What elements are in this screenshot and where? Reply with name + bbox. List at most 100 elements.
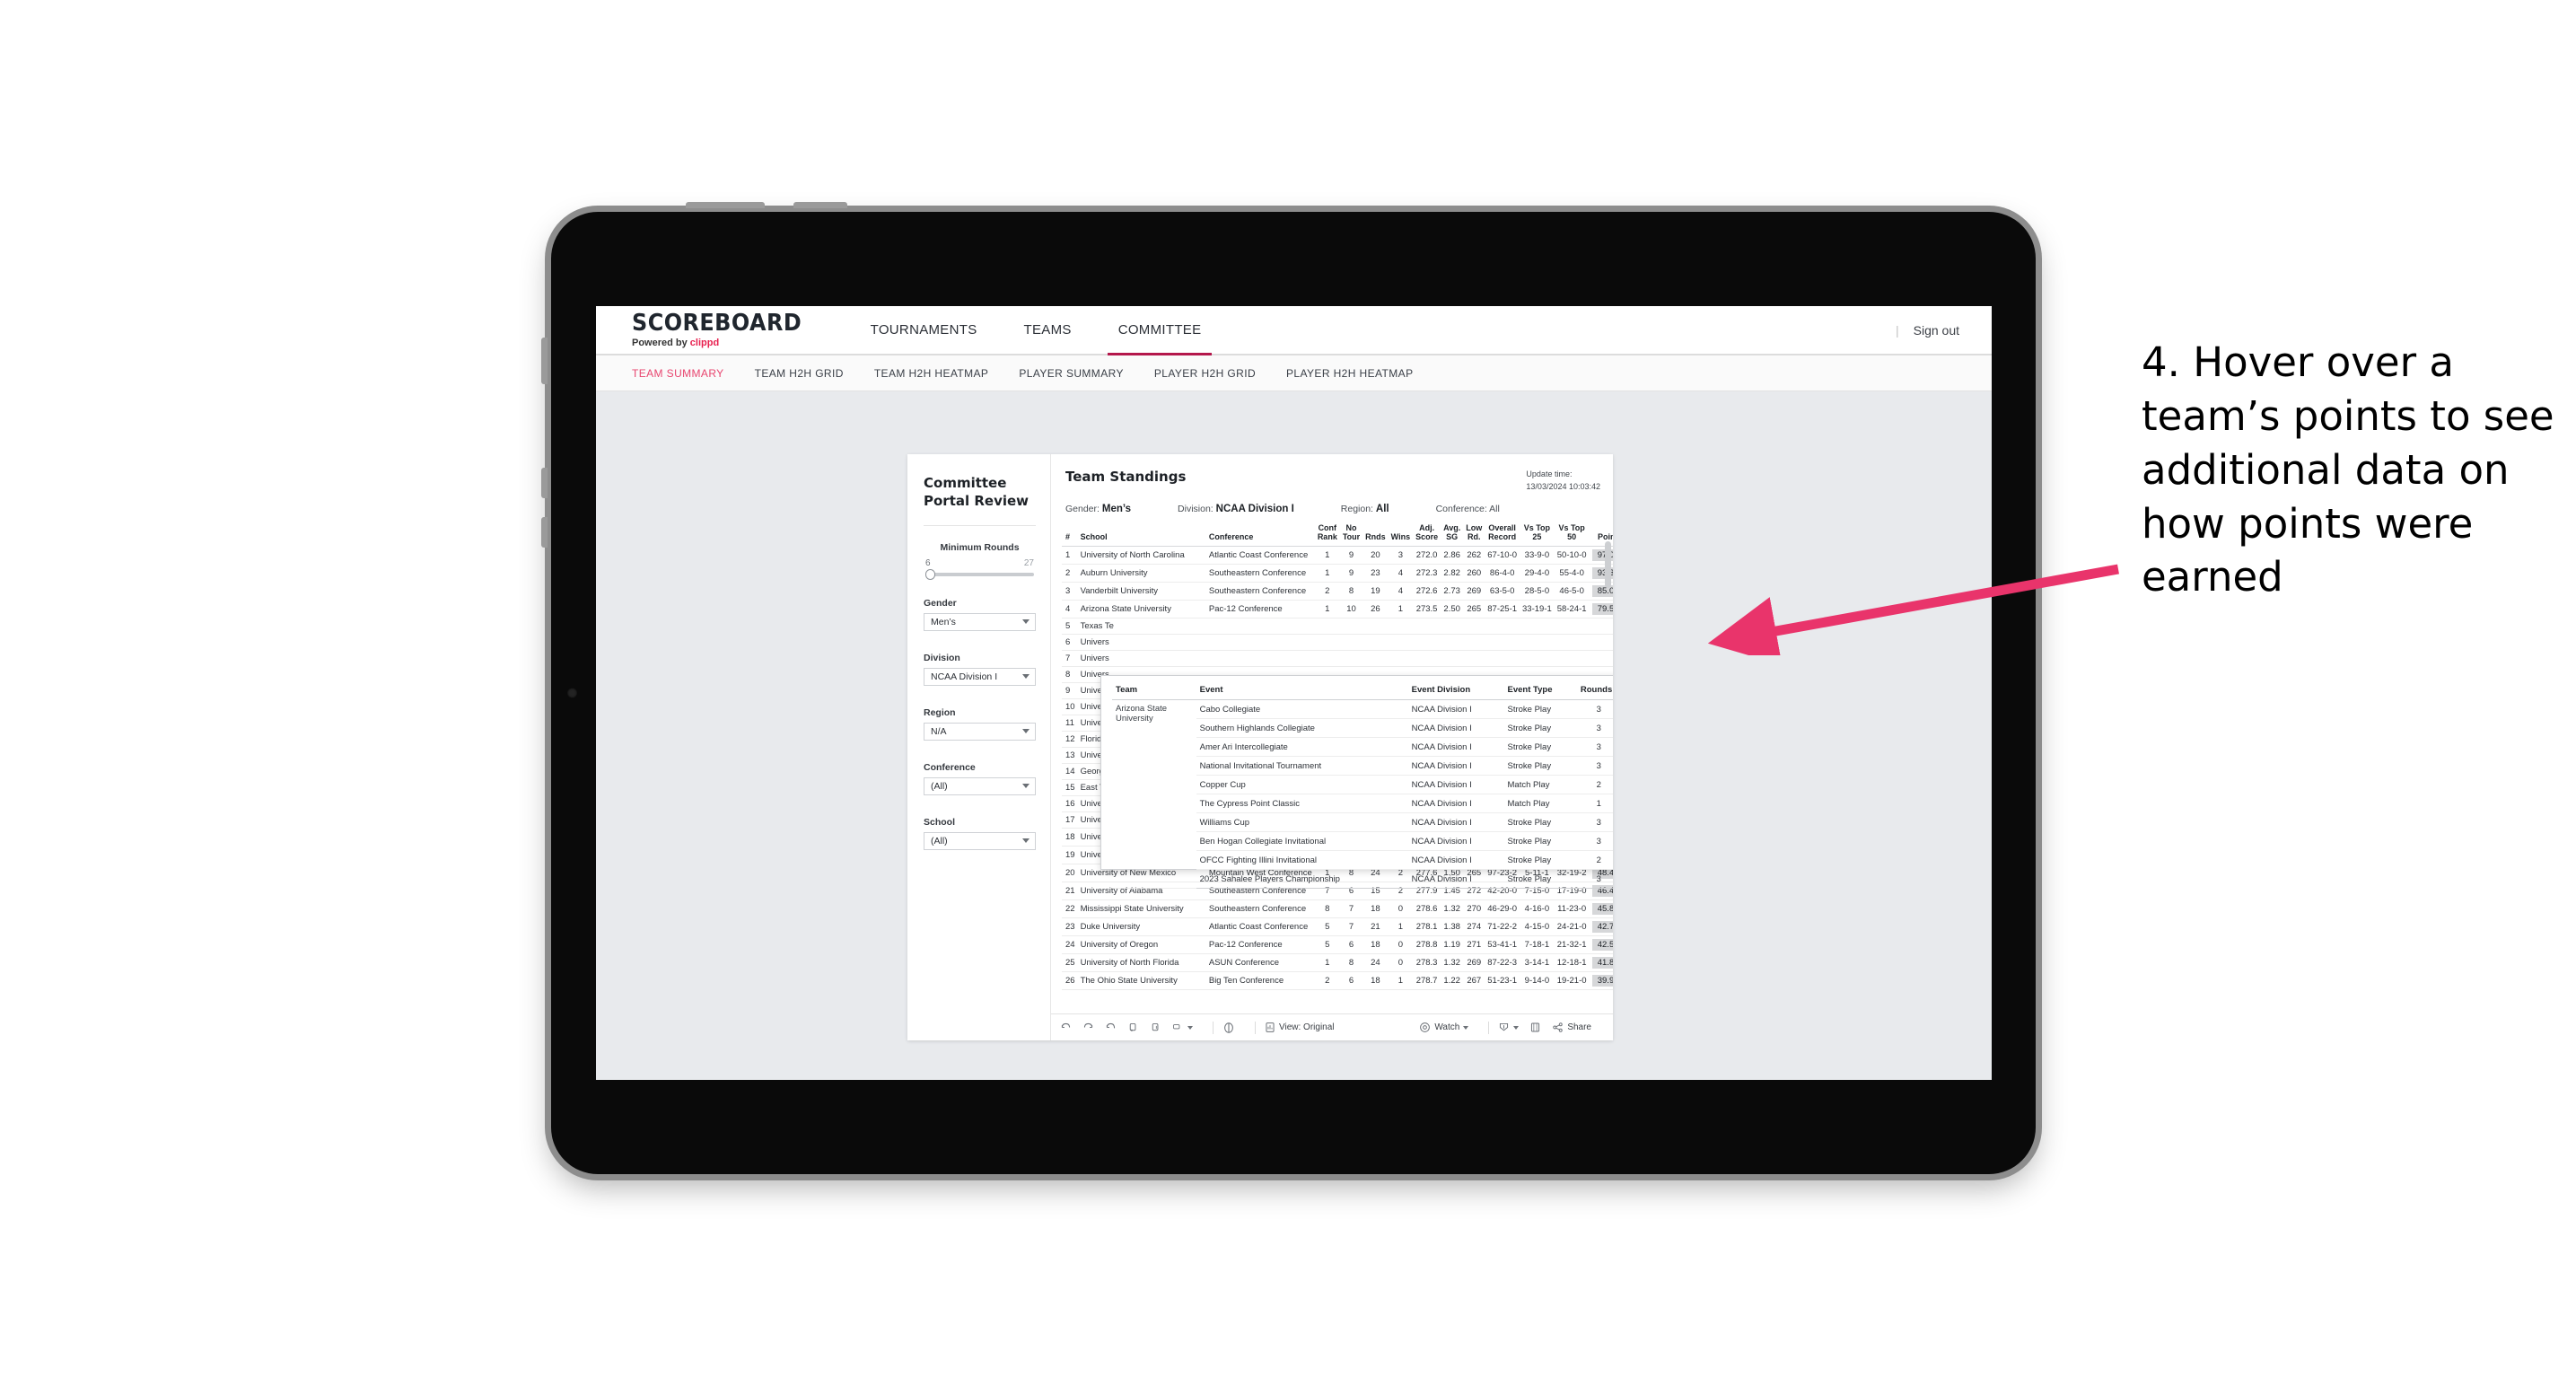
tooltip-row: Arizona State University Cabo Collegiate N… [1112, 699, 1613, 889]
tooltip-cell-event-type: Match Play [1503, 794, 1577, 813]
share-button[interactable]: Share [1552, 1022, 1591, 1033]
signout-area: | Sign out [1896, 306, 1992, 354]
download-button[interactable] [1498, 1022, 1520, 1033]
table-row[interactable]: 7 Univers [1062, 650, 1613, 667]
cell-wins [1388, 618, 1414, 635]
minimum-rounds-slider-track[interactable] [925, 568, 1034, 580]
redo-button[interactable] [1082, 1022, 1094, 1033]
col-conf-rank[interactable]: Conf Rank [1314, 523, 1340, 547]
cell-points[interactable]: 41.89 [1589, 953, 1613, 972]
cell-points[interactable] [1589, 650, 1613, 667]
tab-team-h2h-heatmap[interactable]: TEAM H2H HEATMAP [874, 367, 989, 380]
col-no-tour[interactable]: No Tour [1339, 523, 1363, 547]
filter-gender: Gender Men’s [924, 598, 1036, 631]
filter-gender-select[interactable]: Men’s [924, 612, 1036, 631]
standings-header-row: # School Conference Conf Rank No Tour Rn… [1062, 523, 1613, 547]
tablet-top-button-2 [793, 202, 847, 208]
cell-conf-rank: 2 [1314, 971, 1340, 990]
undo-button[interactable] [1060, 1022, 1072, 1033]
cell-conf-rank: 1 [1314, 564, 1340, 583]
cell-points[interactable]: 45.81 [1589, 899, 1613, 918]
filter-panel: Committee Portal Review Minimum Rounds 6… [907, 454, 1051, 1040]
tab-player-h2h-heatmap[interactable]: PLAYER H2H HEATMAP [1286, 367, 1413, 380]
col-adj-score[interactable]: Adj. Score [1413, 523, 1441, 547]
filter-panel-title: Committee Portal Review [924, 475, 1030, 510]
tablet-device-frame: SCOREBOARD Powered by clippd TOURNAMENTS… [541, 202, 2036, 1174]
tooltip-cell-event-division: NCAA Division I [1407, 756, 1504, 776]
nav-item-committee[interactable]: COMMITTEE [1095, 306, 1225, 355]
table-row[interactable]: 22 Mississippi State University Southeaste… [1062, 899, 1613, 918]
cell-rnds [1362, 618, 1389, 635]
points-value: 42.58 [1591, 938, 1613, 951]
tab-player-summary[interactable]: PLAYER SUMMARY [1019, 367, 1124, 380]
front-camera-icon [567, 688, 577, 698]
refresh-button[interactable] [1127, 1022, 1139, 1033]
tab-team-summary[interactable]: TEAM SUMMARY [632, 367, 724, 380]
table-row[interactable]: 24 University of Oregon Pac-12 Conference 5… [1062, 935, 1613, 954]
filter-school-select[interactable]: (All) [924, 831, 1036, 850]
col-overall-record[interactable]: Overall Record [1485, 523, 1520, 547]
table-row[interactable]: 1 University of North Carolina Atlantic Co… [1062, 546, 1613, 565]
brand-logo[interactable]: SCOREBOARD Powered by clippd [596, 306, 847, 354]
cell-points[interactable] [1589, 618, 1613, 635]
cell-rnds: 19 [1362, 582, 1389, 601]
view-original-button[interactable]: View: Original [1265, 1022, 1335, 1033]
cell-conf-rank: 1 [1314, 546, 1340, 565]
nav-item-tournaments[interactable]: TOURNAMENTS [847, 306, 1001, 354]
filter-region-select[interactable]: N/A [924, 722, 1036, 741]
cell-points[interactable]: 39.94 [1589, 971, 1613, 990]
col-avg-sg[interactable]: Avg. SG [1441, 523, 1464, 547]
table-row[interactable]: 3 Vanderbilt University Southeastern Confe… [1062, 582, 1613, 601]
col-low-rd[interactable]: Low Rd. [1463, 523, 1485, 547]
signout-button[interactable]: Sign out [1914, 323, 1959, 338]
revert-button[interactable] [1105, 1022, 1117, 1033]
table-row[interactable]: 2 Auburn University Southeastern Conferenc… [1062, 564, 1613, 583]
filter-conference-select[interactable]: (All) [924, 776, 1036, 795]
tooltip-col-team: Team [1112, 685, 1196, 700]
cell-no-tour: 9 [1339, 546, 1363, 565]
minimum-rounds-slider-thumb[interactable] [925, 568, 935, 580]
col-wins[interactable]: Wins [1388, 523, 1414, 547]
cell-school: Univers [1077, 650, 1206, 667]
table-row[interactable]: 23 Duke University Atlantic Coast Conferen… [1062, 917, 1613, 936]
view-dropdown-button[interactable] [1172, 1022, 1193, 1033]
cell-conference: ASUN Conference [1205, 953, 1315, 972]
tooltip-cell-event-type: Stroke Play [1503, 812, 1577, 832]
fullscreen-button[interactable] [1529, 1022, 1541, 1033]
committee-portal-card: Committee Portal Review Minimum Rounds 6… [907, 454, 1613, 1040]
col-rank[interactable]: # [1062, 523, 1078, 547]
col-rnds[interactable]: Rnds [1362, 523, 1389, 547]
nav-item-teams[interactable]: TEAMS [1001, 306, 1095, 354]
pause-button[interactable] [1150, 1022, 1161, 1033]
cell-points[interactable]: 42.58 [1589, 935, 1613, 954]
meta-gender-label: Gender: [1065, 504, 1100, 514]
filter-region-value: N/A [931, 725, 947, 737]
cell-avg-sg: 1.32 [1441, 899, 1464, 918]
cell-points[interactable]: 79.52 [1589, 600, 1613, 618]
pause-auto-update-button[interactable] [1222, 1022, 1235, 1034]
col-conference[interactable]: Conference [1205, 523, 1315, 547]
filter-conference-value: (All) [931, 780, 948, 792]
filter-division-select[interactable]: NCAA Division I [924, 667, 1036, 686]
col-school[interactable]: School [1077, 523, 1206, 547]
table-row[interactable]: 6 Univers [1062, 634, 1613, 651]
meta-conference-label: Conference: [1435, 504, 1487, 514]
cell-points[interactable]: 42.71 [1589, 917, 1613, 936]
table-row[interactable]: 5 Texas Te [1062, 618, 1613, 635]
col-vs-top-25[interactable]: Vs Top 25 [1520, 523, 1555, 547]
cell-vs-top-50: 12-18-1 [1554, 953, 1590, 972]
cell-overall-record [1485, 650, 1520, 667]
watch-button[interactable]: Watch [1419, 1022, 1469, 1033]
table-row[interactable]: 26 The Ohio State University Big Ten Confe… [1062, 971, 1613, 990]
col-vs-top-50[interactable]: Vs Top 50 [1554, 523, 1590, 547]
tab-team-h2h-grid[interactable]: TEAM H2H GRID [755, 367, 844, 380]
table-row[interactable]: 4 Arizona State University Pac-12 Conferen… [1062, 600, 1613, 618]
tab-player-h2h-grid[interactable]: PLAYER H2H GRID [1154, 367, 1256, 380]
cell-points[interactable] [1589, 634, 1613, 651]
meta-gender-value: Men’s [1101, 504, 1132, 514]
tooltip-cell-rounds: 3 [1576, 718, 1613, 738]
standings-vertical-scrollbar[interactable] [1605, 541, 1611, 588]
toolbar-right-group: Watch Share [1419, 1021, 1602, 1034]
cell-vs-top-25 [1520, 634, 1555, 651]
table-row[interactable]: 25 University of North Florida ASUN Confer… [1062, 953, 1613, 972]
